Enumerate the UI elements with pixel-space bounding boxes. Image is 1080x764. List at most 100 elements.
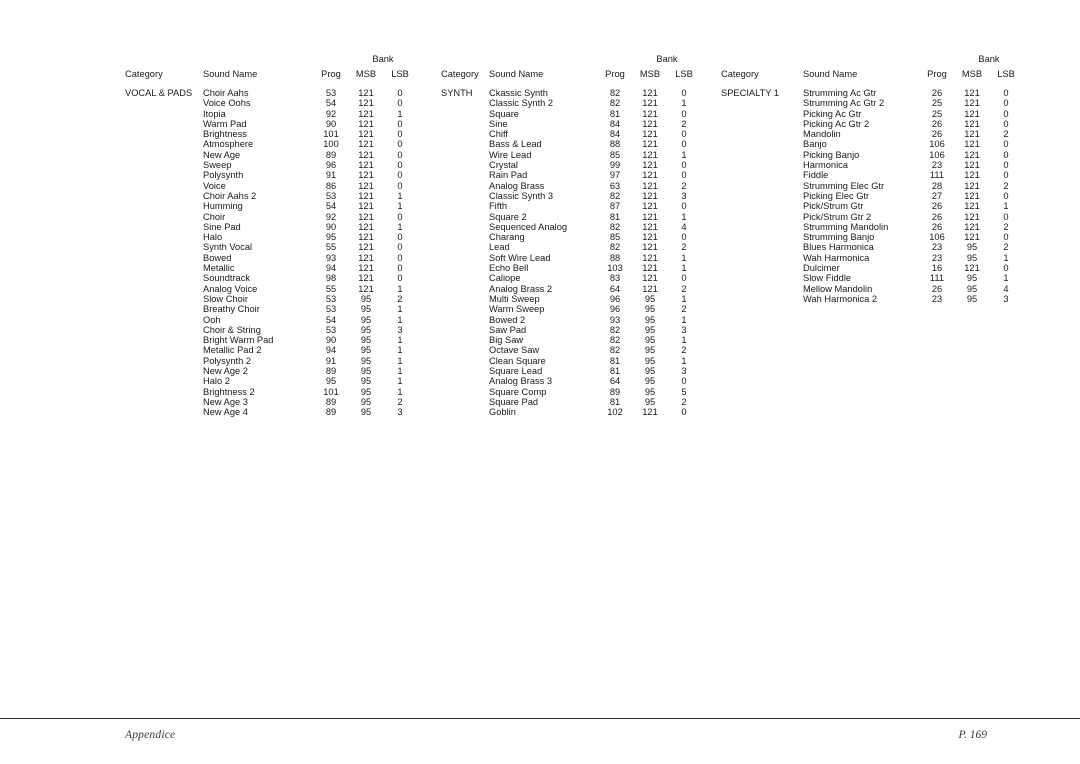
- sound-name-cell: Clean Square: [489, 355, 546, 366]
- lsb-cell: 1: [1003, 273, 1009, 284]
- lsb-cell: 2: [681, 396, 687, 407]
- category-label: [125, 335, 203, 345]
- category-label: [721, 139, 803, 149]
- prog-cell: 25: [931, 108, 943, 119]
- msb-cell: 121: [964, 263, 980, 274]
- category-label: [721, 160, 803, 170]
- bank-spacer-name: [203, 52, 313, 64]
- prog-cell: 96: [325, 160, 337, 171]
- msb-cell: 121: [642, 139, 658, 150]
- msb-cell: 121: [642, 201, 658, 212]
- prog-cell: 81: [609, 355, 621, 366]
- prog-cell: 83: [609, 273, 621, 284]
- msb-cell: 121: [358, 88, 374, 98]
- table-row: Picking Ac Gtr 2 26 121 0: [721, 119, 1023, 129]
- bank-spacer-category: [125, 52, 203, 64]
- prog-cell: 53: [325, 304, 337, 315]
- prog-cell: 91: [325, 355, 337, 366]
- msb-cell: 121: [358, 211, 374, 222]
- lsb-cell: 0: [1003, 170, 1009, 181]
- msb-cell: 95: [644, 386, 656, 397]
- header-prog: Prog: [927, 68, 947, 79]
- sound-name-cell: Classic Synth 2: [489, 98, 554, 109]
- sound-name-cell: Banjo: [803, 139, 827, 150]
- msb-cell: 121: [964, 160, 980, 171]
- sound-name-cell: Brightness 2: [203, 386, 255, 397]
- category-label: [441, 109, 489, 119]
- prog-cell: 26: [931, 211, 943, 222]
- prog-cell: 84: [609, 129, 621, 140]
- table-row: Strumming Elec Gtr 28 121 2: [721, 181, 1023, 191]
- lsb-cell: 0: [1003, 190, 1009, 201]
- prog-cell: 94: [325, 263, 337, 274]
- sound-name-cell: Slow Fiddle: [803, 273, 852, 284]
- category-label: [125, 170, 203, 180]
- sound-list-columns: Bank Category Sound Name Prog MSB LSB VO…: [0, 52, 1080, 418]
- msb-cell: 121: [964, 221, 980, 232]
- sound-name-cell: Big Saw: [489, 335, 524, 346]
- table-row: Choir 92 121 0: [125, 212, 417, 222]
- table-row: Breathy Choir 53 95 1: [125, 304, 417, 314]
- category-label: [441, 263, 489, 273]
- lsb-cell: 0: [1003, 149, 1009, 160]
- table-row: Slow Fiddle 111 95 1: [721, 273, 1023, 283]
- lsb-cell: 3: [681, 324, 687, 335]
- category-label: [441, 170, 489, 180]
- msb-cell: 121: [642, 283, 658, 294]
- lsb-cell: 1: [681, 314, 687, 325]
- table-row: Choir Aahs 2 53 121 1: [125, 191, 417, 201]
- table-row: Synth Vocal 55 121 0: [125, 242, 417, 252]
- sound-name-cell: Sequenced Analog: [489, 221, 568, 232]
- sound-name-cell: Square Pad: [489, 396, 539, 407]
- table-row: Atmosphere 100 121 0: [125, 139, 417, 149]
- sound-name-cell: Strumming Ac Gtr 2: [803, 98, 885, 109]
- header-category: Category: [441, 68, 479, 79]
- lsb-cell: 3: [681, 190, 687, 201]
- msb-cell: 121: [964, 118, 980, 129]
- prog-cell: 92: [325, 108, 337, 119]
- sound-name-cell: Harmonica: [803, 160, 848, 171]
- bank-spacer-prog: [919, 52, 955, 64]
- lsb-cell: 1: [681, 211, 687, 222]
- sound-table-body: SPECIALTY 1 Strumming Ac Gtr 26 121 0 Strummi…: [721, 88, 1023, 304]
- category-label: [125, 150, 203, 160]
- lsb-cell: 2: [1003, 180, 1009, 191]
- lsb-cell: 0: [397, 170, 403, 181]
- msb-cell: 121: [964, 232, 980, 243]
- lsb-cell: 1: [681, 252, 687, 263]
- lsb-cell: 2: [397, 293, 403, 304]
- prog-cell: 81: [609, 396, 621, 407]
- msb-cell: 121: [358, 118, 374, 129]
- document-page: Bank Category Sound Name Prog MSB LSB VO…: [0, 0, 1080, 764]
- sound-name-cell: Chiff: [489, 129, 508, 140]
- msb-cell: 95: [966, 293, 978, 304]
- category-label: [441, 273, 489, 283]
- header-prog: Prog: [605, 68, 625, 79]
- msb-cell: 95: [644, 304, 656, 315]
- category-label: [125, 304, 203, 314]
- sound-table: Bank Category Sound Name Prog MSB LSB SY…: [441, 52, 701, 418]
- table-row: Sweep 96 121 0: [125, 160, 417, 170]
- table-row: Brightness 2 101 95 1: [125, 387, 417, 397]
- msb-cell: 121: [642, 118, 658, 129]
- prog-cell: 89: [325, 407, 337, 418]
- lsb-cell: 0: [1003, 232, 1009, 243]
- msb-cell: 95: [966, 252, 978, 263]
- lsb-cell: 0: [681, 139, 687, 150]
- sound-name-cell: New Age 2: [203, 366, 248, 377]
- msb-cell: 95: [360, 386, 372, 397]
- sound-name-cell: Strumming Mandolin: [803, 221, 889, 232]
- prog-cell: 92: [325, 211, 337, 222]
- category-label: [441, 284, 489, 294]
- table-row: Classic Synth 3 82 121 3: [441, 191, 701, 201]
- bank-spacer-category: [721, 52, 803, 64]
- sound-name-cell: Bass & Lead: [489, 139, 542, 150]
- prog-cell: 25: [931, 98, 943, 109]
- header-gap-cell: [125, 79, 417, 88]
- prog-cell: 102: [607, 407, 623, 418]
- table-row: SPECIALTY 1 Strumming Ac Gtr 26 121 0: [721, 88, 1023, 98]
- msb-cell: 121: [642, 263, 658, 274]
- prog-cell: 95: [325, 376, 337, 387]
- header-gap-row: [721, 79, 1023, 88]
- sound-name-cell: Analog Voice: [203, 283, 258, 294]
